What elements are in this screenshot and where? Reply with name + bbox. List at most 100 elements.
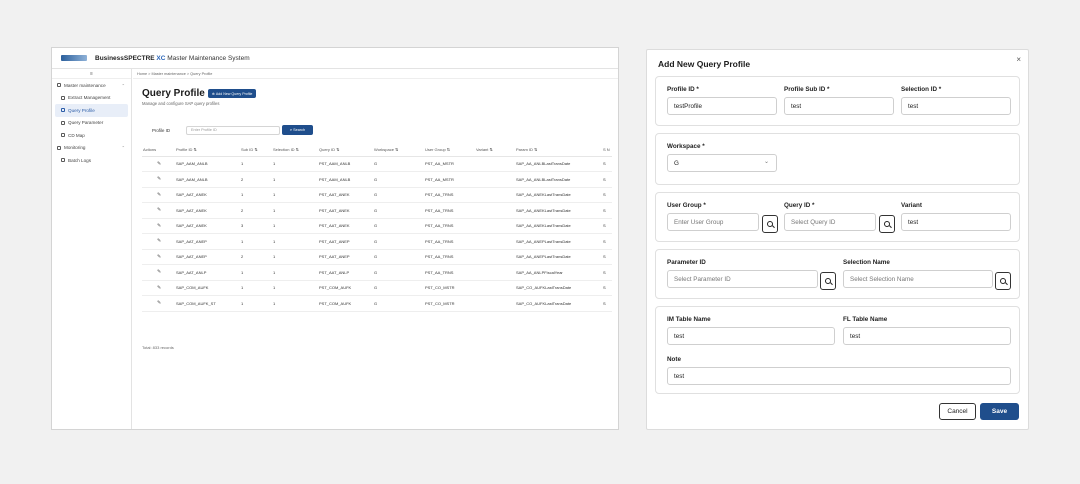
workspace-label: Workspace * (667, 143, 705, 150)
sidebar-item-extract-management[interactable]: Extract Management (52, 92, 131, 105)
variant-label: Variant (901, 202, 922, 209)
im-table-name-input[interactable]: test (667, 327, 835, 345)
column-header[interactable]: Variant ⇅ (475, 144, 515, 157)
save-button[interactable]: Save (980, 403, 1019, 420)
profile-id-filter-input[interactable]: Enter Profile ID (186, 125, 280, 135)
table-row[interactable]: ✎ SAP_AAT_ANEK 3 1 PST_AAT_ANEK G PST_AA_TRNS S… (142, 218, 612, 234)
note-input[interactable]: test (667, 367, 1011, 385)
sidebar-item-cd-map[interactable]: CD Map (52, 129, 131, 142)
table-row[interactable]: ✎ SAP_AAT_ANEP 2 1 PST_AAT_ANEP G PST_AA_TRNS S… (142, 249, 612, 265)
brand-xc: XC (156, 54, 166, 62)
variant-input[interactable]: test (901, 213, 1011, 231)
table-cell: G (373, 280, 424, 296)
edit-icon[interactable]: ✎ (142, 280, 175, 296)
table-cell: G (373, 156, 424, 172)
selection-id-label: Selection ID * (901, 86, 942, 93)
selection-name-search-button[interactable] (995, 272, 1011, 290)
sidebar-toggle[interactable]: ≡ (52, 69, 131, 79)
workspace-select[interactable]: G ⌄ (667, 154, 777, 172)
query-section: User Group * Enter User Group Query ID *… (655, 192, 1020, 242)
table-cell: 1 (240, 187, 272, 203)
table-cell: G (373, 295, 424, 312)
user-group-search-button[interactable] (762, 215, 778, 233)
column-header[interactable]: User Group ⇅ (424, 144, 475, 157)
table-cell: PST_AAT_ANEP (318, 249, 373, 265)
sidebar-group-monitoring[interactable]: Monitoring ⌃ (52, 142, 131, 155)
table-cell: SAP_AAT_ANEP (175, 233, 240, 250)
app-title: BusinessSPECTRE XC Master Maintenance Sy… (95, 55, 250, 62)
column-header[interactable]: S N (602, 144, 612, 157)
table-cell: PST_AA_TRNS (424, 187, 475, 203)
im-table-name-label: IM Table Name (667, 316, 711, 323)
edit-icon[interactable]: ✎ (142, 202, 175, 219)
table-cell: PST_AAT_ANEP (318, 233, 373, 250)
edit-icon[interactable]: ✎ (142, 187, 175, 203)
table-cell: SAP_AAT_ANLP (175, 264, 240, 281)
edit-icon[interactable]: ✎ (142, 264, 175, 281)
table-cell: PST_AAM_ANLB (318, 171, 373, 188)
column-header[interactable]: Profile ID ⇅ (175, 144, 240, 157)
edit-icon[interactable]: ✎ (142, 156, 175, 172)
sidebar-group-master-maintenance[interactable]: Master maintenance ⌃ (52, 79, 131, 92)
sidebar-item-query-parameter[interactable]: Query Parameter (52, 117, 131, 130)
table-cell: SAP_AA_ANLBLastTransDate (515, 171, 602, 188)
table-cell: SAP_COM_AUFK_ST (175, 295, 240, 312)
parameter-id-input[interactable]: Select Parameter ID (667, 270, 818, 288)
parameter-id-search-button[interactable] (820, 272, 836, 290)
folder-icon (57, 83, 61, 88)
query-id-label: Query ID * (784, 202, 815, 209)
table-cell: PST_CO_MSTR (424, 295, 475, 312)
column-header[interactable]: Query ID ⇅ (318, 144, 373, 157)
column-header[interactable]: Workspace ⇅ (373, 144, 424, 157)
table-cell: PST_AA_TRNS (424, 264, 475, 281)
profile-id-input[interactable]: testProfile (667, 97, 777, 115)
table-cell: SAP_AAT_ANEK (175, 202, 240, 219)
workspace-selected-value: G (674, 159, 679, 167)
edit-icon[interactable]: ✎ (142, 233, 175, 250)
table-row[interactable]: ✎ SAP_COM_AUFK 1 1 PST_COM_AUFK G PST_CO_MSTR S… (142, 280, 612, 296)
table-row[interactable]: ✎ SAP_AAT_ANEP 1 1 PST_AAT_ANEP G PST_AA_TRNS S… (142, 233, 612, 250)
edit-icon[interactable]: ✎ (142, 249, 175, 265)
table-cell: 1 (240, 280, 272, 296)
table-cell (475, 187, 515, 203)
sidebar-item-batch-logs[interactable]: Batch Logs (52, 154, 131, 167)
table-row[interactable]: ✎ SAP_AAT_ANEK 2 1 PST_AAT_ANEK G PST_AA_TRNS S… (142, 202, 612, 219)
query-id-input[interactable]: Select Query ID (784, 213, 876, 231)
fl-table-name-input[interactable]: test (843, 327, 1011, 345)
table-row[interactable]: ✎ SAP_AAM_ANLB 1 1 PST_AAM_ANLB G PST_AA_MSTR S… (142, 156, 612, 172)
table-cell: PST_AAT_ANEK (318, 218, 373, 234)
brand-logo (61, 55, 87, 61)
table-row[interactable]: ✎ SAP_AAT_ANLP 1 1 PST_AAT_ANLP G PST_AA_TRNS S… (142, 264, 612, 281)
parameter-section: Parameter ID Select Parameter ID Selecti… (655, 249, 1020, 299)
cancel-button[interactable]: Cancel (939, 403, 976, 420)
table-row[interactable]: ✎ SAP_AAM_ANLB 2 1 PST_AAM_ANLB G PST_AA_MSTR S… (142, 171, 612, 188)
sidebar-item-query-profile[interactable]: Query Profile (55, 104, 128, 117)
column-header[interactable]: Selection ID ⇅ (272, 144, 318, 157)
column-header[interactable]: Sub ID ⇅ (240, 144, 272, 157)
close-icon[interactable]: × (1016, 55, 1021, 64)
table-cell: SAP_COM_AUFK (175, 280, 240, 296)
user-group-input[interactable]: Enter User Group (667, 213, 759, 231)
add-query-profile-button[interactable]: ⊕ Add New Query Profile (207, 89, 257, 98)
profile-id-filter-label: Profile ID (152, 127, 171, 133)
table-row[interactable]: ✎ SAP_COM_AUFK_ST 1 1 PST_COM_AUFK G PST_CO_MS… (142, 295, 612, 312)
selection-name-input[interactable]: Select Selection Name (843, 270, 993, 288)
table-section: IM Table Name test FL Table Name test No… (655, 306, 1020, 394)
app-window: BusinessSPECTRE XC Master Maintenance Sy… (51, 47, 619, 430)
column-header[interactable]: Param ID ⇅ (515, 144, 602, 157)
search-button-label: Search (293, 128, 306, 132)
table-cell: 1 (272, 264, 318, 281)
edit-icon[interactable]: ✎ (142, 171, 175, 188)
edit-icon[interactable]: ✎ (142, 295, 175, 312)
table-cell: S (602, 264, 612, 281)
selection-id-input[interactable]: test (901, 97, 1011, 115)
profile-sub-id-input[interactable]: test (784, 97, 894, 115)
table-row[interactable]: ✎ SAP_AAT_ANEK 1 1 PST_AAT_ANEK G PST_AA_TRNS S… (142, 187, 612, 203)
search-button[interactable]: ⌕ Search (282, 125, 313, 135)
table-cell: S (602, 249, 612, 265)
page-subtitle: Manage and configure SAP query profiles (142, 101, 220, 106)
table-cell: 3 (240, 218, 272, 234)
query-id-search-button[interactable] (879, 215, 895, 233)
edit-icon[interactable]: ✎ (142, 218, 175, 234)
search-icon (825, 278, 831, 284)
